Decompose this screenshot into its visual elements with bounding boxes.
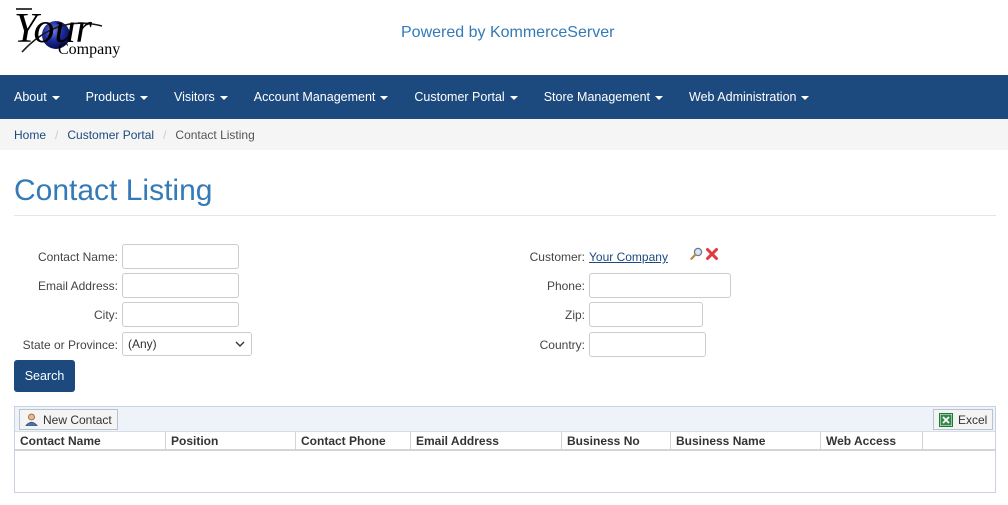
breadcrumb: Home / Customer Portal / Contact Listing <box>0 119 1008 150</box>
column-header-contact-name[interactable]: Contact Name <box>15 432 166 450</box>
nav-store-management[interactable]: Store Management <box>531 75 676 119</box>
state-province-select[interactable]: (Any) <box>122 332 252 356</box>
caret-down-icon <box>509 95 518 100</box>
caret-down-icon <box>380 95 389 100</box>
user-add-icon <box>25 413 38 426</box>
column-header-email-address[interactable]: Email Address <box>411 432 562 450</box>
zip-label: Zip: <box>564 308 585 322</box>
excel-icon <box>939 412 953 427</box>
new-contact-button[interactable]: New Contact <box>19 409 118 430</box>
breadcrumb-current: Contact Listing <box>175 127 255 142</box>
clear-x-icon[interactable] <box>705 247 719 261</box>
breadcrumb-separator: / <box>163 127 167 142</box>
site-header: Your Company Powered by KommerceServer <box>0 0 1008 75</box>
state-province-value: (Any) <box>128 337 157 351</box>
chevron-down-icon <box>235 341 245 347</box>
nav-visitors[interactable]: Visitors <box>161 75 241 119</box>
caret-down-icon <box>51 95 60 100</box>
breadcrumb-customer-portal[interactable]: Customer Portal <box>67 128 154 142</box>
nav-customer-portal[interactable]: Customer Portal <box>401 75 530 119</box>
column-header-contact-phone[interactable]: Contact Phone <box>296 432 411 450</box>
breadcrumb-home[interactable]: Home <box>14 128 46 142</box>
nav-web-administration[interactable]: Web Administration <box>676 75 822 119</box>
grid-header-row: Contact Name Position Contact Phone Emai… <box>15 432 995 451</box>
city-input[interactable] <box>122 302 239 327</box>
state-province-label: State or Province: <box>22 338 118 352</box>
page-title: Contact Listing <box>14 174 213 207</box>
caret-down-icon <box>801 95 810 100</box>
customer-label: Customer: <box>529 250 585 264</box>
column-header-web-access[interactable]: Web Access <box>821 432 923 450</box>
customer-link[interactable]: Your Company <box>589 250 668 264</box>
column-header-business-name[interactable]: Business Name <box>671 432 821 450</box>
title-divider <box>14 215 996 216</box>
email-address-input[interactable] <box>122 273 239 298</box>
grid-body <box>15 453 995 492</box>
main-navbar: About Products Visitors Account Manageme… <box>0 75 1008 119</box>
nav-about[interactable]: About <box>1 75 73 119</box>
search-icon[interactable] <box>690 247 703 261</box>
powered-by-text: Powered by KommerceServer <box>401 24 615 41</box>
caret-down-icon <box>655 95 664 100</box>
excel-export-button[interactable]: Excel <box>933 409 994 430</box>
country-label: Country: <box>539 338 585 352</box>
breadcrumb-separator: / <box>55 127 59 142</box>
city-label: City: <box>94 308 118 322</box>
column-header-position[interactable]: Position <box>166 432 296 450</box>
zip-input[interactable] <box>589 302 703 327</box>
nav-products[interactable]: Products <box>73 75 161 119</box>
column-header-business-no[interactable]: Business No <box>562 432 671 450</box>
column-header-spacer <box>923 432 995 450</box>
email-address-label: Email Address: <box>37 279 118 293</box>
contact-name-input[interactable] <box>122 244 239 269</box>
nav-account-management[interactable]: Account Management <box>241 75 402 119</box>
grid-toolbar: New Contact Excel <box>15 407 995 432</box>
contact-grid: New Contact Excel Contact Name Position … <box>14 406 996 493</box>
phone-input[interactable] <box>589 273 731 298</box>
caret-down-icon <box>219 95 228 100</box>
excel-label: Excel <box>958 412 988 427</box>
contact-name-label: Contact Name: <box>37 250 118 264</box>
logo-company-text: Company <box>58 41 121 58</box>
phone-label: Phone: <box>546 279 585 293</box>
new-contact-label: New Contact <box>43 412 112 427</box>
caret-down-icon <box>140 95 149 100</box>
country-input[interactable] <box>589 332 706 357</box>
search-button[interactable]: Search <box>14 360 75 392</box>
